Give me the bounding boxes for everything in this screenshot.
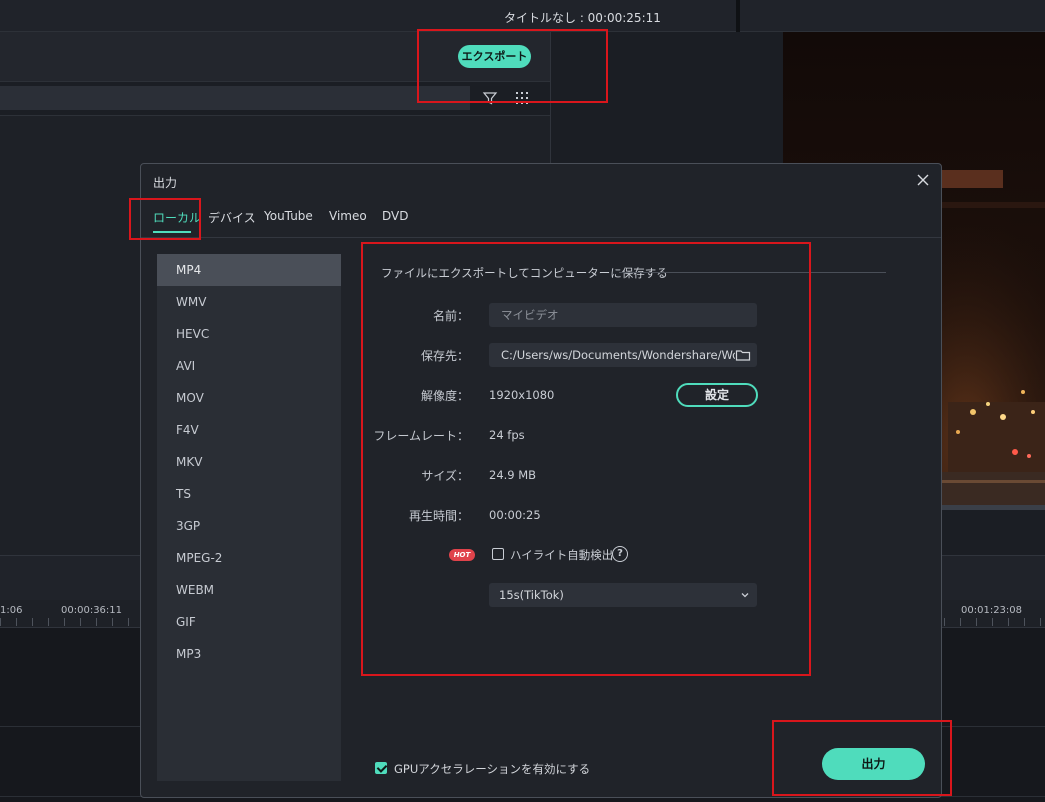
tab-vimeo[interactable]: Vimeo xyxy=(329,209,367,223)
app-title-bar: タイトルなし : 00:00:25:11 xyxy=(0,0,1045,32)
annotation-box-local-tab xyxy=(129,198,201,240)
format-item-ts[interactable]: TS xyxy=(157,478,341,510)
media-search-bar[interactable] xyxy=(0,86,470,110)
tabs-divider xyxy=(141,237,941,238)
format-item-gif[interactable]: GIF xyxy=(157,606,341,638)
dialog-title: 出力 xyxy=(153,176,178,190)
format-item-mov[interactable]: MOV xyxy=(157,382,341,414)
gpu-label: GPUアクセラレーションを有効にする xyxy=(394,762,591,776)
annotation-box-settings xyxy=(361,242,811,676)
ruler-label: 1:06 xyxy=(0,605,23,616)
format-item-wmv[interactable]: WMV xyxy=(157,286,341,318)
annotation-box-export xyxy=(417,29,608,103)
ruler-label: 00:00:36:11 xyxy=(61,605,123,616)
format-item-mpeg2[interactable]: MPEG-2 xyxy=(157,542,341,574)
format-item-avi[interactable]: AVI xyxy=(157,350,341,382)
tab-device[interactable]: デバイス xyxy=(208,209,256,226)
format-item-hevc[interactable]: HEVC xyxy=(157,318,341,350)
format-item-f4v[interactable]: F4V xyxy=(157,414,341,446)
gpu-checkbox[interactable] xyxy=(375,762,387,774)
ruler-label: 00:01:23:08 xyxy=(961,605,1023,616)
format-list: MP4 WMV HEVC AVI MOV F4V MKV TS 3GP MPEG… xyxy=(157,254,341,781)
format-item-mp3[interactable]: MP3 xyxy=(157,638,341,670)
project-title: タイトルなし : 00:00:25:11 xyxy=(504,11,661,25)
format-item-3gp[interactable]: 3GP xyxy=(157,510,341,542)
format-item-mkv[interactable]: MKV xyxy=(157,446,341,478)
format-item-webm[interactable]: WEBM xyxy=(157,574,341,606)
tab-youtube[interactable]: YouTube xyxy=(264,209,313,223)
format-item-mp4[interactable]: MP4 xyxy=(157,254,341,286)
annotation-box-output xyxy=(772,720,952,796)
tab-dvd[interactable]: DVD xyxy=(382,209,408,223)
close-icon[interactable] xyxy=(915,172,931,188)
